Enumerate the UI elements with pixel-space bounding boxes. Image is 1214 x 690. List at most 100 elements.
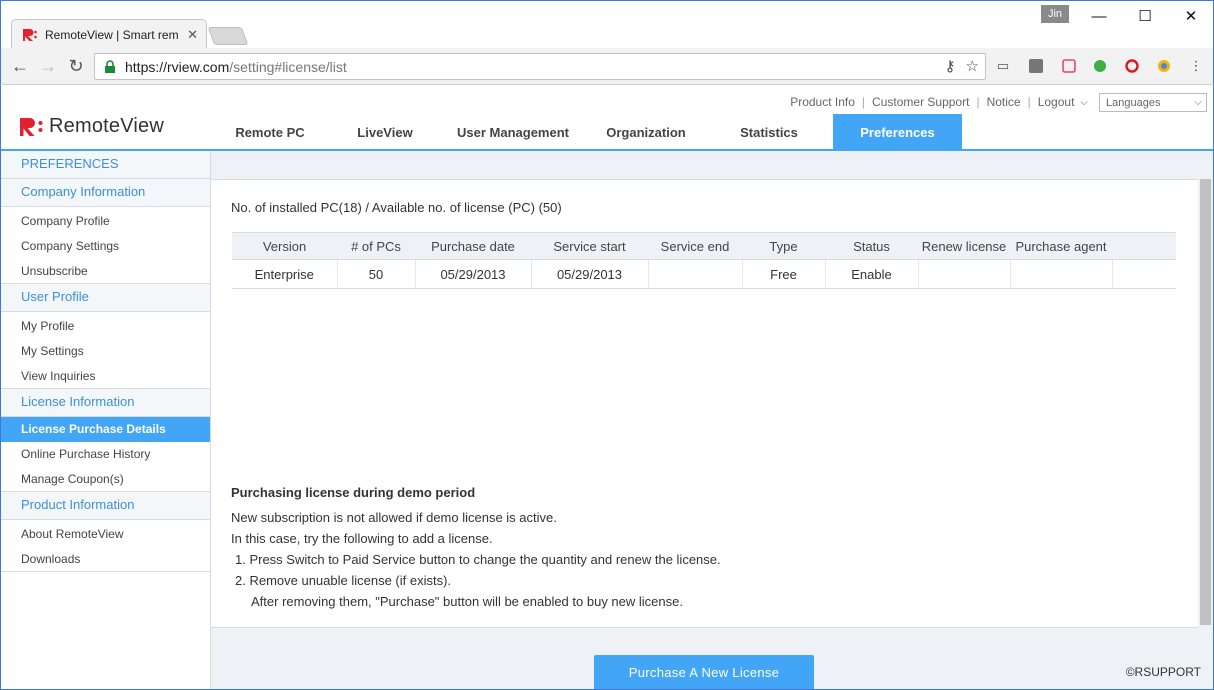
nav-user-management[interactable]: User Management [439, 114, 587, 150]
copyright: ©RSUPPORT [1125, 665, 1201, 679]
remoteview-logo-icon [20, 117, 43, 136]
product-info-link[interactable]: Product Info [790, 95, 855, 109]
notice-title: Purchasing license during demo period [231, 485, 476, 500]
col-blank [1112, 232, 1176, 260]
sidebar-heading-company-information[interactable]: Company Information [1, 179, 210, 207]
sidebar-title: PREFERENCES [1, 151, 210, 179]
col-num-pcs: # of PCs [337, 232, 415, 260]
chevron-down-icon: ⌵ [1194, 97, 1202, 108]
page: RemoteView Product Info | Customer Suppo… [0, 85, 1214, 690]
close-window-icon[interactable]: ✕ [1171, 5, 1211, 27]
sidebar: PREFERENCES Company Information Company … [1, 151, 211, 689]
col-renew-license: Renew license [918, 232, 1010, 260]
col-version: Version [232, 232, 337, 260]
customer-support-link[interactable]: Customer Support [872, 95, 969, 109]
nav-remote-pc[interactable]: Remote PC [209, 114, 331, 150]
sidebar-item-about-remoteview[interactable]: About RemoteView [1, 522, 210, 547]
language-select[interactable]: Languages ⌵ [1099, 93, 1207, 112]
content-area: No. of installed PC(18) / Available no. … [211, 151, 1213, 689]
language-select-label: Languages [1106, 96, 1161, 109]
profile-badge[interactable]: Jin [1041, 5, 1069, 23]
col-purchase-date: Purchase date [415, 232, 531, 260]
remoteview-favicon-icon [22, 27, 38, 43]
reload-icon[interactable]: ↻ [65, 55, 87, 77]
sidebar-item-company-profile[interactable]: Company Profile [1, 209, 210, 234]
extension-leaf-icon[interactable] [1091, 57, 1109, 75]
sidebar-item-unsubscribe[interactable]: Unsubscribe [1, 259, 210, 284]
browser-toolbar: ← → ↻ https://rview.com/setting#license/… [0, 48, 1214, 85]
sidebar-item-downloads[interactable]: Downloads [1, 547, 210, 572]
extension-color-icon[interactable] [1155, 57, 1173, 75]
notice-line-1: New subscription is not allowed if demo … [231, 510, 557, 525]
sidebar-item-my-profile[interactable]: My Profile [1, 314, 210, 339]
nav-organization[interactable]: Organization [587, 114, 705, 150]
col-service-end: Service end [648, 232, 742, 260]
sidebar-heading-user-profile[interactable]: User Profile [1, 284, 210, 312]
cell-service-start: 05/29/2013 [531, 259, 649, 289]
col-purchase-agent: Purchase agent [1010, 232, 1112, 260]
cell-service-end [648, 259, 743, 289]
cell-version: Enterprise [232, 259, 338, 289]
col-type: Type [742, 232, 825, 260]
cast-icon[interactable]: ▭ [994, 57, 1012, 75]
cell-purchase-date: 05/29/2013 [415, 259, 532, 289]
new-tab-button[interactable] [207, 27, 249, 45]
cell-type: Free [742, 259, 826, 289]
cell-num-pcs: 50 [337, 259, 416, 289]
cell-status: Enable [825, 259, 919, 289]
forward-arrow-icon[interactable]: → [37, 55, 59, 77]
key-icon[interactable]: ⚷ [945, 57, 956, 75]
nav-preferences[interactable]: Preferences [833, 114, 962, 150]
sidebar-heading-product-information[interactable]: Product Information [1, 492, 210, 520]
notice-step-1: 1. Press Switch to Paid Service button t… [235, 552, 721, 567]
maximize-icon[interactable]: ☐ [1125, 5, 1165, 27]
sidebar-item-license-purchase-details[interactable]: License Purchase Details [1, 417, 210, 442]
opera-icon[interactable] [1123, 57, 1141, 75]
installed-summary: No. of installed PC(18) / Available no. … [231, 200, 562, 215]
col-status: Status [825, 232, 918, 260]
cell-purchase-agent [1010, 259, 1113, 289]
col-service-start: Service start [531, 232, 648, 260]
scrollbar[interactable] [1198, 179, 1213, 628]
table-row: Enterprise 50 05/29/2013 05/29/2013 Free… [232, 259, 1176, 289]
sidebar-item-online-purchase-history[interactable]: Online Purchase History [1, 442, 210, 467]
main-nav: Remote PC LiveView User Management Organ… [209, 114, 962, 150]
notice-step-2: 2. Remove unuable license (if exists). [235, 573, 452, 588]
sidebar-item-view-inquiries[interactable]: View Inquiries [1, 364, 210, 389]
url-text: https://rview.com/setting#license/list [125, 58, 347, 75]
logo-text: RemoteView [49, 115, 165, 137]
back-arrow-icon[interactable]: ← [9, 55, 31, 77]
sidebar-item-company-settings[interactable]: Company Settings [1, 234, 210, 259]
table-header-row: Version # of PCs Purchase date Service s… [232, 232, 1176, 260]
demo-notice: Purchasing license during demo period Ne… [231, 482, 721, 612]
license-panel: No. of installed PC(18) / Available no. … [211, 179, 1198, 628]
chevron-down-icon[interactable]: ⌵ [1080, 97, 1088, 108]
address-bar[interactable]: https://rview.com/setting#license/list ⚷… [94, 53, 986, 80]
tab-close-icon[interactable]: ✕ [187, 27, 198, 43]
minimize-icon[interactable]: — [1079, 5, 1119, 27]
extension-gray-icon[interactable] [1027, 57, 1045, 75]
license-table: Version # of PCs Purchase date Service s… [232, 232, 1176, 289]
cell-blank [1112, 259, 1176, 289]
bookmark-star-icon[interactable]: ☆ [966, 57, 979, 75]
sidebar-item-manage-coupons[interactable]: Manage Coupon(s) [1, 467, 210, 492]
notice-line-2: In this case, try the following to add a… [231, 531, 493, 546]
browser-tab[interactable]: RemoteView | Smart rem ✕ [11, 19, 207, 49]
nav-statistics[interactable]: Statistics [705, 114, 833, 150]
browser-titlebar: RemoteView | Smart rem ✕ Jin — ☐ ✕ [0, 0, 1214, 49]
scrollbar-thumb[interactable] [1200, 179, 1211, 625]
top-links: Product Info | Customer Support | Notice… [790, 95, 1088, 109]
notice-step-2-detail: After removing them, "Purchase" button w… [251, 594, 683, 609]
lock-icon [105, 59, 115, 73]
purchase-new-license-button[interactable]: Purchase A New License [594, 655, 814, 689]
nav-liveview[interactable]: LiveView [331, 114, 439, 150]
notice-link[interactable]: Notice [987, 95, 1021, 109]
logo[interactable]: RemoteView [19, 115, 164, 138]
tab-title: RemoteView | Smart rem [45, 27, 179, 42]
logout-link[interactable]: Logout [1038, 95, 1075, 109]
extension-pink-icon[interactable] [1060, 57, 1078, 75]
sidebar-item-my-settings[interactable]: My Settings [1, 339, 210, 364]
cell-renew-license [918, 259, 1011, 289]
menu-dots-icon[interactable]: ⋮ [1187, 57, 1205, 75]
sidebar-heading-license-information[interactable]: License Information [1, 389, 210, 417]
